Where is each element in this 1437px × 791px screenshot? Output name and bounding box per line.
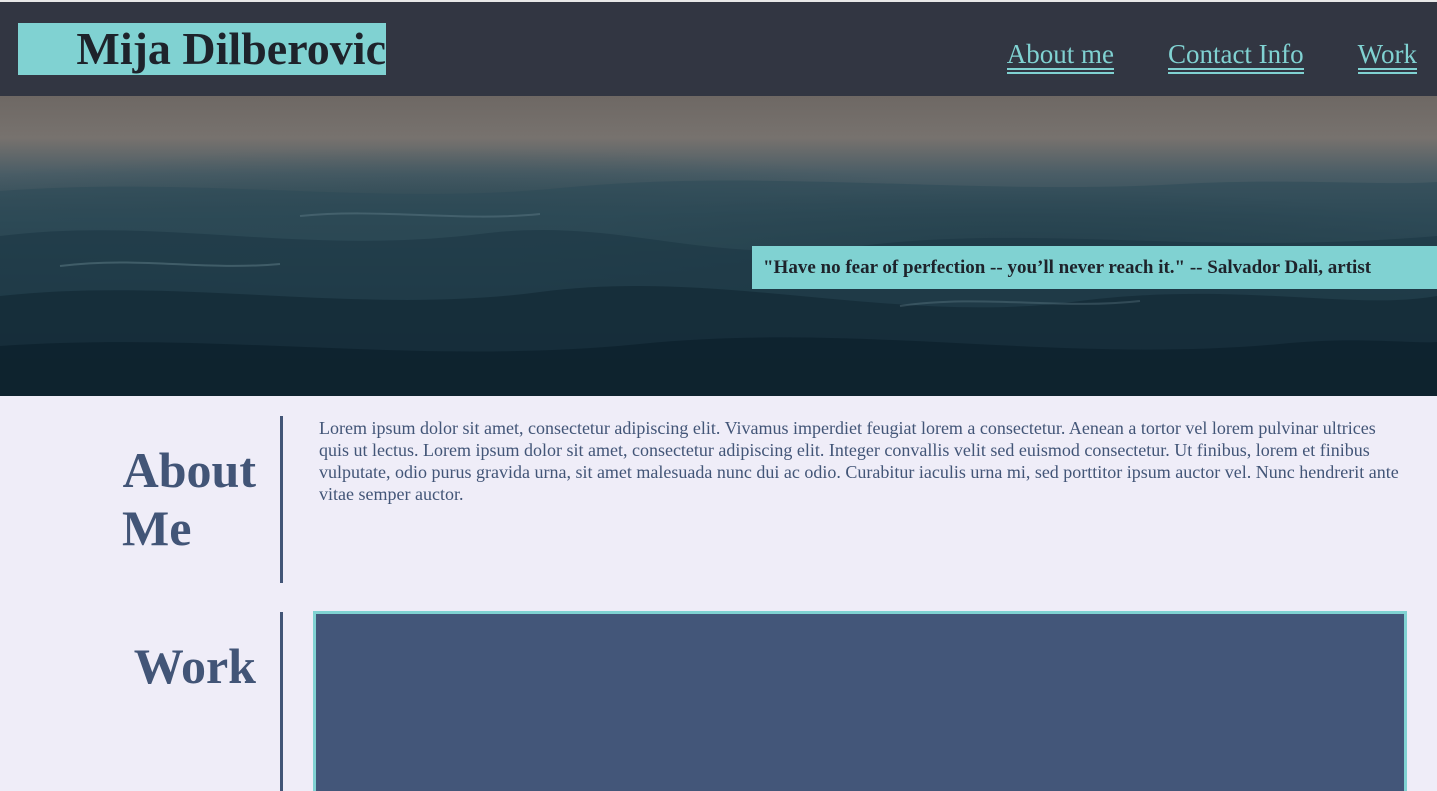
hero-ocean-image: "Have no fear of perfection -- you’ll ne…	[0, 96, 1437, 396]
about-me-heading: About Me	[100, 441, 256, 557]
hero-quote: "Have no fear of perfection -- you’ll ne…	[752, 246, 1437, 289]
about-me-text: Lorem ipsum dolor sit amet, consectetur …	[319, 418, 1399, 504]
nav-link-contact-info[interactable]: Contact Info	[1167, 40, 1304, 74]
main-nav: About me Contact Info Work	[1006, 40, 1417, 74]
nav-link-about-me[interactable]: About me	[1006, 40, 1114, 74]
work-heading: Work	[133, 638, 256, 694]
about-heading-line-1: About	[122, 442, 256, 498]
work-content-panel	[313, 611, 1407, 791]
site-logo[interactable]: Mija Dilberovic	[18, 23, 386, 75]
work-divider	[280, 612, 283, 791]
about-divider	[280, 416, 283, 583]
about-heading-line-2: Me	[122, 500, 192, 556]
site-title: Mija Dilberovic	[76, 23, 386, 74]
site-header: Mija Dilberovic About me Contact Info Wo…	[0, 0, 1437, 96]
nav-link-work[interactable]: Work	[1357, 40, 1417, 74]
